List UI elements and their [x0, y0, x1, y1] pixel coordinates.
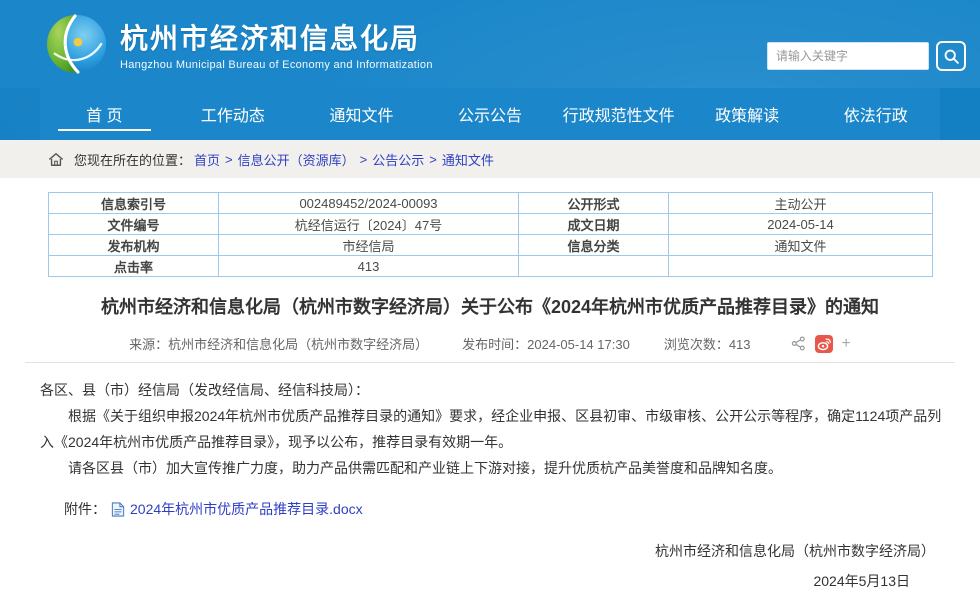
site-subtitle: Hangzhou Municipal Bureau of Economy and… [120, 59, 433, 71]
info-label-disclosure-form: 公开形式 [519, 193, 669, 214]
attachment-row: 附件： 2024年杭州市优质产品推荐目录.docx [64, 499, 980, 519]
info-label-document-number: 文件编号 [49, 214, 219, 235]
table-row: 信息索引号 002489452/2024-00093 公开形式 主动公开 [49, 193, 933, 214]
site-header: 杭州市经济和信息化局 Hangzhou Municipal Bureau of … [0, 0, 980, 88]
publish-label: 发布时间： [462, 337, 527, 352]
info-value-category: 通知文件 [669, 235, 933, 256]
word-document-icon [111, 502, 125, 517]
info-label-issue-date: 成文日期 [519, 214, 669, 235]
article-publish-time: 发布时间：2024-05-14 17:30 [462, 334, 630, 353]
views-label: 浏览次数： [664, 337, 729, 352]
attachment-label: 附件： [64, 499, 106, 519]
info-label-index-number: 信息索引号 [49, 193, 219, 214]
paragraph-main: 根据《关于组织申报2024年杭州市优质产品推荐目录的通知》要求，经企业申报、区县… [40, 403, 950, 455]
views-value: 413 [729, 337, 751, 352]
search-button[interactable] [936, 41, 966, 71]
paragraph-request: 请各区县（市）加大宣传推广力度，助力产品供需匹配和产业链上下游对接，提升优质杭产… [40, 455, 950, 481]
search-input[interactable] [767, 42, 929, 70]
info-label-category: 信息分类 [519, 235, 669, 256]
source-value: 杭州市经济和信息化局（杭州市数字经济局） [168, 337, 428, 352]
article-source: 来源：杭州市经济和信息化局（杭州市数字经济局） [129, 334, 428, 353]
paragraph-salutation: 各区、县（市）经信局（发改经信局、经信科技局）： [40, 377, 950, 403]
info-value-disclosure-form: 主动公开 [669, 193, 933, 214]
bureau-logo-icon [46, 13, 108, 75]
document-info-table: 信息索引号 002489452/2024-00093 公开形式 主动公开 文件编… [48, 192, 933, 277]
info-label-issuing-agency: 发布机构 [49, 235, 219, 256]
source-label: 来源： [129, 337, 168, 352]
table-row: 文件编号 杭经信运行〔2024〕47号 成文日期 2024-05-14 [49, 214, 933, 235]
breadcrumb-prefix: 您现在所在的位置： [74, 150, 191, 169]
breadcrumb-link-home[interactable]: 首页 [194, 150, 220, 169]
article-title: 杭州市经济和信息化局（杭州市数字经济局）关于公布《2024年杭州市优质产品推荐目… [30, 295, 950, 319]
share-icon[interactable] [791, 336, 806, 351]
attachment-link[interactable]: 2024年杭州市优质产品推荐目录.docx [130, 499, 363, 519]
page: 杭州市经济和信息化局 Hangzhou Municipal Bureau of … [0, 0, 980, 598]
weibo-icon[interactable] [815, 335, 833, 353]
nav-item-policy-interpretation[interactable]: 政策解读 [683, 88, 812, 140]
home-icon[interactable] [48, 152, 64, 167]
signature-organization: 杭州市经济和信息化局（杭州市数字经济局） [0, 541, 980, 561]
info-value-document-number: 杭经信运行〔2024〕47号 [219, 214, 519, 235]
info-value-issuing-agency: 市经信局 [219, 235, 519, 256]
breadcrumb-separator: > [360, 152, 368, 167]
publish-value: 2024-05-14 17:30 [527, 337, 630, 352]
breadcrumb-separator: > [429, 152, 437, 167]
brand-text: 杭州市经济和信息化局 Hangzhou Municipal Bureau of … [120, 17, 433, 71]
breadcrumb-link-info-disclosure[interactable]: 信息公开（资源库） [238, 150, 355, 169]
info-label-empty [519, 256, 669, 277]
nav-item-regulatory-docs[interactable]: 行政规范性文件 [554, 88, 683, 140]
article-view-count: 浏览次数：413 [664, 334, 751, 353]
article-meta: 来源：杭州市经济和信息化局（杭州市数字经济局） 发布时间：2024-05-14 … [0, 334, 980, 353]
info-value-index-number: 002489452/2024-00093 [219, 193, 519, 214]
table-row: 发布机构 市经信局 信息分类 通知文件 [49, 235, 933, 256]
nav-item-home[interactable]: 首 页 [40, 88, 169, 140]
nav-item-law-based-admin[interactable]: 依法行政 [811, 88, 940, 140]
nav-item-work-news[interactable]: 工作动态 [169, 88, 298, 140]
breadcrumb-link-notices[interactable]: 通知文件 [442, 150, 494, 169]
share-icons: + [791, 335, 851, 353]
divider [25, 362, 955, 363]
site-brand: 杭州市经济和信息化局 Hangzhou Municipal Bureau of … [46, 13, 433, 75]
info-value-empty [669, 256, 933, 277]
table-row: 点击率 413 [49, 256, 933, 277]
search-icon [943, 48, 960, 65]
site-title: 杭州市经济和信息化局 [120, 17, 433, 57]
main-content: 信息索引号 002489452/2024-00093 公开形式 主动公开 文件编… [0, 192, 980, 591]
breadcrumb-separator: > [225, 152, 233, 167]
info-value-issue-date: 2024-05-14 [669, 214, 933, 235]
nav-inner: 首 页 工作动态 通知文件 公示公告 行政规范性文件 政策解读 依法行政 [40, 88, 940, 140]
nav-item-announcements[interactable]: 公示公告 [426, 88, 555, 140]
article-body: 各区、县（市）经信局（发改经信局、经信科技局）： 根据《关于组织申报2024年杭… [40, 377, 950, 481]
main-navigation: 首 页 工作动态 通知文件 公示公告 行政规范性文件 政策解读 依法行政 [0, 88, 980, 140]
info-value-click-count: 413 [219, 256, 519, 277]
breadcrumb-link-announcements[interactable]: 公告公示 [372, 150, 424, 169]
more-share-icon[interactable]: + [842, 336, 851, 352]
breadcrumb: 您现在所在的位置： 首页 > 信息公开（资源库） > 公告公示 > 通知文件 [0, 140, 980, 178]
signature-block: 杭州市经济和信息化局（杭州市数字经济局） 2024年5月13日 [0, 541, 980, 591]
nav-item-notices[interactable]: 通知文件 [297, 88, 426, 140]
info-label-click-count: 点击率 [49, 256, 219, 277]
search-bar [767, 41, 966, 71]
signature-date: 2024年5月13日 [0, 571, 980, 591]
